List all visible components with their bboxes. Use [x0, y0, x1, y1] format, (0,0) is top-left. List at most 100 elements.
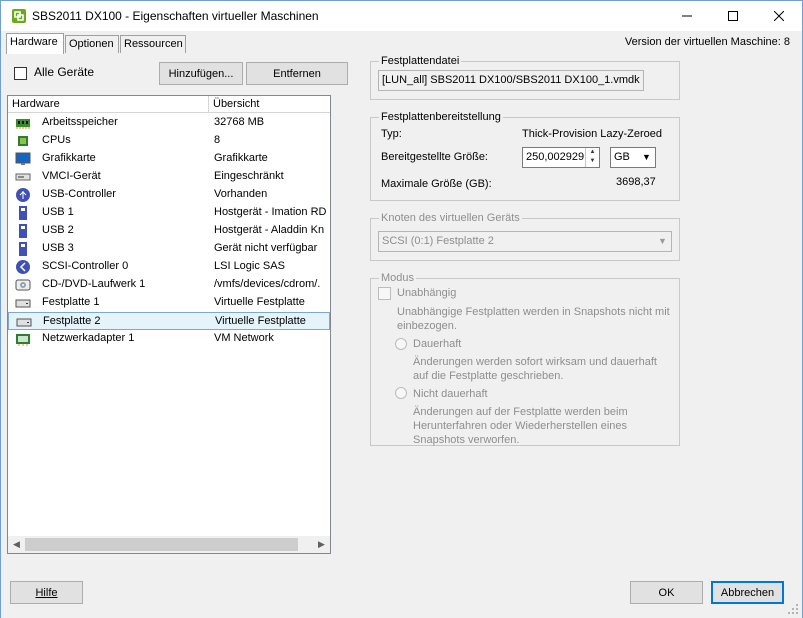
hardware-row[interactable]: Festplatte 2 Virtuelle Festplatte	[8, 312, 330, 330]
help-button[interactable]: Hilfe	[10, 581, 83, 604]
mode-group: Modus Unabhängig Unabhängige Festplatten…	[370, 272, 680, 446]
memory-icon	[16, 119, 30, 129]
minimize-button[interactable]	[664, 1, 710, 31]
minimize-icon	[682, 15, 692, 17]
hardware-row[interactable]: CPUs 8	[8, 132, 330, 150]
maximize-button[interactable]	[710, 1, 756, 31]
hardware-row-summary: Virtuelle Festplatte	[215, 315, 306, 327]
chevron-down-icon[interactable]: ▼	[654, 232, 671, 251]
tab-hardware[interactable]: Hardware	[6, 33, 64, 54]
disk-file-path-field[interactable]: [LUN_all] SBS2011 DX100/SBS2011 DX100_1.…	[378, 70, 644, 91]
hardware-row-summary: LSI Logic SAS	[214, 260, 285, 272]
nonpersistent-radio[interactable]	[395, 387, 407, 399]
hardware-row-summary: Hostgerät - Imation RD	[214, 206, 327, 218]
ok-button[interactable]: OK	[630, 581, 703, 604]
usb-controller-icon	[16, 188, 30, 202]
maximize-icon	[728, 11, 738, 21]
hardware-row-name: USB 2	[42, 224, 74, 236]
max-size-label: Maximale Größe (GB):	[381, 178, 492, 190]
hardware-row-summary: /vmfs/devices/cdrom/.	[214, 278, 321, 290]
vm-version-label: Version der virtuellen Maschine: 8	[624, 36, 790, 48]
virtual-device-node-value: SCSI (0:1) Festplatte 2	[382, 235, 494, 247]
virtual-device-node-legend: Knoten des virtuellen Geräts	[379, 212, 522, 224]
hardware-row-name: CPUs	[42, 134, 71, 146]
hardware-row[interactable]: Arbeitsspeicher 32768 MB	[8, 114, 330, 132]
disk-provisioning-legend: Festplattenbereitstellung	[379, 111, 503, 123]
hardware-row[interactable]: USB 3 Gerät nicht verfügbar	[8, 240, 330, 258]
spin-up-icon[interactable]: ▲	[586, 148, 599, 157]
cd-dvd-drive-icon	[15, 279, 31, 291]
column-header-summary[interactable]: Übersicht	[209, 96, 330, 113]
provisioned-size-label: Bereitgestellte Größe:	[381, 151, 488, 163]
scrollbar-thumb[interactable]	[25, 538, 298, 551]
persistent-label: Dauerhaft	[413, 338, 462, 350]
hardware-row-name: Arbeitsspeicher	[42, 116, 118, 128]
hardware-row[interactable]: CD-/DVD-Laufwerk 1/vmfs/devices/cdrom/.	[8, 276, 330, 294]
hardware-row-name: SCSI-Controller 0	[42, 260, 129, 272]
hardware-row-name: Netzwerkadapter 1	[42, 332, 135, 344]
hardware-row-name: USB-Controller	[42, 188, 116, 200]
tab-optionen[interactable]: Optionen	[65, 35, 119, 53]
scroll-right-icon[interactable]: ▶	[313, 536, 330, 553]
hardware-row-summary: Virtuelle Festplatte	[214, 296, 305, 308]
size-spinner[interactable]: ▲ ▼	[585, 148, 599, 167]
virtual-device-node-group: Knoten des virtuellen Geräts SCSI (0:1) …	[370, 212, 680, 261]
window-title: SBS2011 DX100 - Eigenschaften virtueller…	[32, 9, 319, 23]
hard-disk-icon	[16, 318, 32, 327]
independent-description: Unabhängige Festplatten werden in Snapsh…	[397, 306, 670, 332]
nonpersistent-description: Änderungen auf der Festplatte werden bei…	[413, 406, 628, 446]
cancel-button[interactable]: Abbrechen	[711, 581, 784, 604]
title-bar[interactable]: SBS2011 DX100 - Eigenschaften virtueller…	[1, 1, 802, 31]
hardware-row[interactable]: Grafikkarte Grafikkarte	[8, 150, 330, 168]
remove-hardware-button[interactable]: Entfernen	[246, 62, 348, 85]
hardware-row-summary: 32768 MB	[214, 116, 265, 128]
hardware-list-header: Hardware Übersicht	[8, 96, 330, 113]
scroll-left-icon[interactable]: ◀	[8, 536, 25, 553]
independent-checkbox[interactable]	[378, 287, 391, 300]
virtual-device-node-select[interactable]: SCSI (0:1) Festplatte 2 ▼	[378, 231, 672, 252]
vmci-device-icon	[15, 173, 31, 181]
hardware-row-summary: Gerät nicht verfügbar	[214, 242, 318, 254]
hardware-row[interactable]: Festplatte 1 Virtuelle Festplatte	[8, 294, 330, 312]
nonpersistent-label: Nicht dauerhaft	[413, 388, 488, 400]
hardware-row[interactable]: USB 2 Hostgerät - Aladdin Kn	[8, 222, 330, 240]
close-button[interactable]	[756, 1, 802, 31]
hardware-row-summary: Hostgerät - Aladdin Kn	[214, 224, 325, 236]
close-icon	[774, 11, 784, 21]
horizontal-scrollbar[interactable]: ◀ ▶	[8, 536, 330, 553]
type-value: Thick-Provision Lazy-Zeroed	[522, 128, 662, 140]
chevron-down-icon[interactable]: ▼	[638, 148, 655, 167]
hardware-row-summary: VM Network	[214, 332, 274, 344]
tab-ressourcen[interactable]: Ressourcen	[120, 35, 186, 53]
add-hardware-button[interactable]: Hinzufügen...	[159, 62, 243, 85]
monitor-icon	[15, 152, 31, 165]
hardware-row[interactable]: SCSI-Controller 0 LSI Logic SAS	[8, 258, 330, 276]
type-label: Typ:	[381, 128, 402, 140]
hardware-row[interactable]: VMCI-Gerät Eingeschränkt	[8, 168, 330, 186]
hardware-row-name: Grafikkarte	[42, 152, 96, 164]
disk-provisioning-group: Festplattenbereitstellung Typ: Thick-Pro…	[370, 111, 680, 201]
usb-device-icon	[19, 242, 27, 256]
hardware-row-name: Festplatte 1	[42, 296, 100, 308]
hardware-row-name: Festplatte 2	[43, 315, 101, 327]
hardware-list[interactable]: Hardware Übersicht Arbeitsspeicher 32768 …	[7, 95, 331, 554]
hardware-row-name: USB 3	[42, 242, 74, 254]
hardware-row[interactable]: Netzwerkadapter 1 VM Network	[8, 330, 330, 348]
column-header-hardware[interactable]: Hardware	[8, 96, 209, 113]
hardware-row-name: USB 1	[42, 206, 74, 218]
hardware-row-summary: Vorhanden	[214, 188, 268, 200]
persistent-radio[interactable]	[395, 338, 407, 350]
hardware-row[interactable]: USB-Controller Vorhanden	[8, 186, 330, 204]
size-unit-value: GB	[614, 151, 630, 163]
hardware-row[interactable]: USB 1 Hostgerät - Imation RD	[8, 204, 330, 222]
disk-file-legend: Festplattendatei	[379, 55, 462, 67]
size-unit-select[interactable]: GB ▼	[610, 147, 656, 168]
resize-grip-icon[interactable]	[787, 603, 799, 615]
spin-down-icon[interactable]: ▼	[586, 157, 599, 166]
usb-device-icon	[19, 206, 27, 220]
all-devices-checkbox[interactable]	[14, 67, 27, 80]
hardware-row-name: CD-/DVD-Laufwerk 1	[42, 278, 146, 290]
max-size-value: 3698,37	[616, 176, 656, 188]
provisioned-size-input[interactable]: 250,002929 ▲ ▼	[522, 147, 600, 168]
mode-legend: Modus	[379, 272, 417, 284]
